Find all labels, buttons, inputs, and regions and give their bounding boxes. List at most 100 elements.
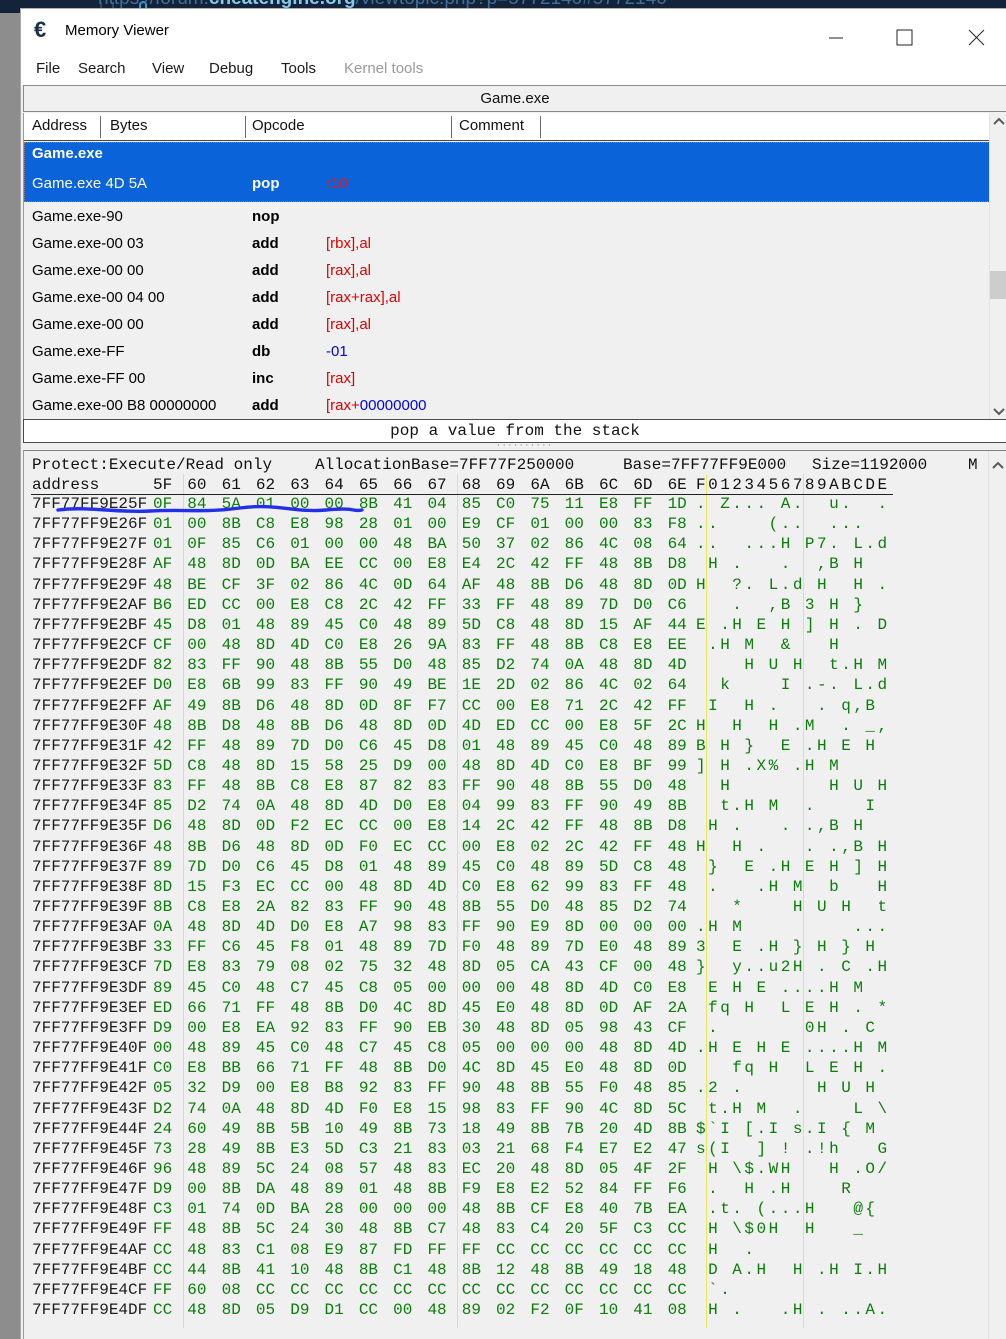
hex-row-ascii[interactable]: $`I [.I s.I { M <box>696 1119 890 1139</box>
hex-row-ascii[interactable]: .H M ... <box>696 917 890 937</box>
hex-row-ascii[interactable]: H U H t.H M <box>696 655 890 675</box>
menu-item-search[interactable]: Search <box>78 53 126 85</box>
disassembler-view[interactable]: Address Bytes Opcode Comment Game.exe Ga… <box>23 113 1006 420</box>
hex-row[interactable]: 7FF77FF9E37F89 7D D0 C6 45 D8 01 48 89 4… <box>24 857 984 877</box>
hex-row-ascii[interactable]: H H . . .,B H <box>696 837 890 857</box>
hex-row[interactable]: 7FF77FF9E43FD2 74 0A 48 8D 4D F0 E8 15 9… <box>24 1099 984 1119</box>
hex-row-ascii[interactable]: H H H .M . _, <box>696 716 890 736</box>
hex-row-bytes[interactable]: 45 D8 01 48 89 45 C0 48 89 5D C8 48 8D 1… <box>153 615 687 635</box>
hex-row-ascii[interactable]: .t. (...H @{ <box>696 1199 890 1219</box>
hex-row-bytes[interactable]: 8D 15 F3 EC CC 00 48 8D 4D C0 E8 62 99 8… <box>153 877 687 897</box>
selected-instruction-row[interactable]: Game.exe 4D 5A pop r10 <box>24 175 990 199</box>
disasm-row[interactable]: Game.exe-FFdb-01 <box>24 338 990 365</box>
hex-row[interactable]: 7FF77FF9E45F73 28 49 8B E3 5D C3 21 83 0… <box>24 1139 984 1159</box>
hex-row[interactable]: 7FF77FF9E44F24 60 49 8B 5B 10 49 8B 73 1… <box>24 1119 984 1139</box>
hex-row-bytes[interactable]: D0 E8 6B 99 83 FF 90 49 BE 1E 2D 02 86 4… <box>153 675 687 695</box>
hex-row[interactable]: 7FF77FF9E3EFED 66 71 FF 48 8B D0 4C 8D 4… <box>24 998 984 1018</box>
hex-row[interactable]: 7FF77FF9E40F00 48 89 45 C0 48 C7 45 C8 0… <box>24 1038 984 1058</box>
hex-row-bytes[interactable]: AF 49 8B D6 48 8D 0D 8F F7 CC 00 E8 71 2… <box>153 696 687 716</box>
hex-view[interactable]: Protect:Execute/Read onlyAllocationBase=… <box>23 450 1006 1339</box>
hex-row[interactable]: 7FF77FF9E3DF89 45 C0 48 C7 45 C8 05 00 0… <box>24 978 984 998</box>
disasm-row[interactable]: Game.exe-00 04 00add[rax+rax],al <box>24 284 990 311</box>
hex-row-ascii[interactable]: .. (.. ... <box>696 514 890 534</box>
hex-row[interactable]: 7FF77FF9E4AFCC 48 83 C1 08 E9 87 FD FF F… <box>24 1240 984 1260</box>
hex-row-bytes[interactable]: D9 00 E8 EA 92 83 FF 90 EB 30 48 8D 05 9… <box>153 1018 687 1038</box>
disasm-row[interactable]: Game.exe-00 00add[rax],al <box>24 257 990 284</box>
hex-row-ascii[interactable]: .H M & H <box>696 635 890 655</box>
hex-row-ascii[interactable]: t.H M . I <box>696 796 890 816</box>
hex-row[interactable]: 7FF77FF9E38F8D 15 F3 EC CC 00 48 8D 4D C… <box>24 877 984 897</box>
maximize-button[interactable] <box>895 29 913 46</box>
hex-row-ascii[interactable]: fq H L E H . <box>696 1058 890 1078</box>
hex-row-ascii[interactable]: .2 . H U H <box>696 1078 890 1098</box>
hex-row-ascii[interactable]: D A.H H .H I.H <box>696 1260 890 1280</box>
hex-row-ascii[interactable]: E H E ....H M <box>696 978 890 998</box>
hex-row-bytes[interactable]: 83 FF 48 8B C8 E8 87 82 83 FF 90 48 8B 5… <box>153 776 687 796</box>
hex-row-bytes[interactable]: 24 60 49 8B 5B 10 49 8B 73 18 49 8B 7B 2… <box>153 1119 687 1139</box>
hex-row-ascii[interactable]: B H } E .H E H <box>696 736 890 756</box>
hex-row-bytes[interactable]: 5D C8 48 8D 15 58 25 D9 00 48 8D 4D C0 E… <box>153 756 687 776</box>
hex-row-ascii[interactable]: . Z... A. u. . <box>696 494 890 514</box>
hex-row-bytes[interactable]: 48 8B D8 48 8B D6 48 8D 0D 4D ED CC 00 E… <box>153 716 687 736</box>
hex-row[interactable]: 7FF77FF9E34F85 D2 74 0A 48 8D 4D D0 E8 0… <box>24 796 984 816</box>
hex-row-bytes[interactable]: FF 48 8B 5C 24 30 48 8B C7 48 83 C4 20 5… <box>153 1219 687 1239</box>
splitter-handle[interactable]: ·········· <box>491 443 559 450</box>
hex-row[interactable]: 7FF77FF9E41FC0 E8 BB 66 71 FF 48 8B D0 4… <box>24 1058 984 1078</box>
disasm-row[interactable]: Game.exe-FF 00inc[rax] <box>24 365 990 392</box>
hex-row-bytes[interactable]: 7D E8 83 79 08 02 75 32 48 8D 05 CA 43 C… <box>153 957 687 977</box>
hex-row-bytes[interactable]: 01 0F 85 C6 01 00 00 48 BA 50 37 02 86 4… <box>153 534 687 554</box>
hex-row[interactable]: 7FF77FF9E2CFCF 00 48 8D 4D C0 E8 26 9A 8… <box>24 635 984 655</box>
hex-row[interactable]: 7FF77FF9E31F42 FF 48 89 7D D0 C6 45 D8 0… <box>24 736 984 756</box>
hex-row-ascii[interactable]: } y..u2H . C .H <box>696 957 890 977</box>
hex-row-ascii[interactable]: t.H M . L \ <box>696 1099 890 1119</box>
hex-row-ascii[interactable]: H \$.WH H .O/ <box>696 1159 890 1179</box>
hex-row[interactable]: 7FF77FF9E36F48 8B D6 48 8D 0D F0 EC CC 0… <box>24 837 984 857</box>
hex-row-bytes[interactable]: 82 83 FF 90 48 8B 55 D0 48 85 D2 74 0A 4… <box>153 655 687 675</box>
hex-row-ascii[interactable]: . ,B 3 H } <box>696 595 890 615</box>
selected-instruction[interactable]: Game.exe Game.exe 4D 5A pop r10 <box>24 142 990 202</box>
hex-row[interactable]: 7FF77FF9E3CF7D E8 83 79 08 02 75 32 48 8… <box>24 957 984 977</box>
hex-row-ascii[interactable]: ] H .X% .H M <box>696 756 890 776</box>
hex-row[interactable]: 7FF77FF9E2DF82 83 FF 90 48 8B 55 D0 48 8… <box>24 655 984 675</box>
hex-row-bytes[interactable]: CC 48 8D 05 D9 D1 CC 00 48 89 02 F2 0F 1… <box>153 1300 687 1320</box>
hex-row-bytes[interactable]: FF 60 08 CC CC CC CC CC CC CC CC CC CC C… <box>153 1280 687 1300</box>
hex-row-bytes[interactable]: D6 48 8D 0D F2 EC CC 00 E8 14 2C 42 FF 4… <box>153 816 687 836</box>
hex-row-ascii[interactable]: * H U H t <box>696 897 890 917</box>
hex-row-ascii[interactable]: s(I ] ! .!h G <box>696 1139 890 1159</box>
hex-row-ascii[interactable]: k I .-. L.d <box>696 675 890 695</box>
menu-item-debug[interactable]: Debug <box>209 53 253 85</box>
hex-row[interactable]: 7FF77FF9E27F01 0F 85 C6 01 00 00 48 BA 5… <box>24 534 984 554</box>
hex-row[interactable]: 7FF77FF9E49FFF 48 8B 5C 24 30 48 8B C7 4… <box>24 1219 984 1239</box>
hex-row-bytes[interactable]: C0 E8 BB 66 71 FF 48 8B D0 4C 8D 45 E0 4… <box>153 1058 687 1078</box>
hex-row-bytes[interactable]: B6 ED CC 00 E8 C8 2C 42 FF 33 FF 48 89 7… <box>153 595 687 615</box>
hex-row-bytes[interactable]: 48 8B D6 48 8D 0D F0 EC CC 00 E8 02 2C 4… <box>153 837 687 857</box>
hex-row-ascii[interactable]: H . .H . ..A. <box>696 1300 890 1320</box>
hex-row-bytes[interactable]: 42 FF 48 89 7D D0 C6 45 D8 01 48 89 45 C… <box>153 736 687 756</box>
hex-row-bytes[interactable]: 89 7D D0 C6 45 D8 01 48 89 45 C0 48 89 5… <box>153 857 687 877</box>
hex-row-bytes[interactable]: CC 48 83 C1 08 E9 87 FD FF FF CC CC CC C… <box>153 1240 687 1260</box>
hex-row-ascii[interactable]: } E .H E H ] H <box>696 857 890 877</box>
hex-scrollbar[interactable] <box>988 451 1006 1339</box>
hex-row[interactable]: 7FF77FF9E29F48 BE CF 3F 02 86 4C 0D 64 A… <box>24 575 984 595</box>
hex-row[interactable]: 7FF77FF9E2AFB6 ED CC 00 E8 C8 2C 42 FF 3… <box>24 595 984 615</box>
disasm-row[interactable]: Game.exe-90nop <box>24 203 990 230</box>
hex-row[interactable]: 7FF77FF9E2FFAF 49 8B D6 48 8D 0D 8F F7 C… <box>24 696 984 716</box>
hex-row-ascii[interactable]: .H E H E ....H M <box>696 1038 890 1058</box>
disasm-row[interactable]: Game.exe-00 03add[rbx],al <box>24 230 990 257</box>
hex-row-bytes[interactable]: ED 66 71 FF 48 8B D0 4C 8D 45 E0 48 8D 0… <box>153 998 687 1018</box>
hex-row[interactable]: 7FF77FF9E32F5D C8 48 8D 15 58 25 D9 00 4… <box>24 756 984 776</box>
hex-row[interactable]: 7FF77FF9E47FD9 00 8B DA 48 89 01 48 8B F… <box>24 1179 984 1199</box>
hex-row-ascii[interactable]: H \$0H H _ <box>696 1219 890 1239</box>
hex-row-ascii[interactable]: .. ...H P7. L.d <box>696 534 890 554</box>
hex-row-bytes[interactable]: D9 00 8B DA 48 89 01 48 8B F9 E8 E2 52 8… <box>153 1179 687 1199</box>
hex-row-ascii[interactable]: H ?. L.d H H . <box>696 575 890 595</box>
hex-row-bytes[interactable]: C3 01 74 0D BA 28 00 00 00 48 8B CF E8 4… <box>153 1199 687 1219</box>
module-tab-gameexe[interactable]: Game.exe <box>23 85 1006 112</box>
hex-row-ascii[interactable]: H H U H <box>696 776 890 796</box>
hex-row-ascii[interactable]: . 0H . C <box>696 1018 890 1038</box>
menu-item-tools[interactable]: Tools <box>281 53 316 85</box>
hex-row[interactable]: 7FF77FF9E48FC3 01 74 0D BA 28 00 00 00 4… <box>24 1199 984 1219</box>
titlebar[interactable]: € Memory Viewer <box>21 9 1006 53</box>
hex-row[interactable]: 7FF77FF9E30F48 8B D8 48 8B D6 48 8D 0D 4… <box>24 716 984 736</box>
scroll-up-button[interactable] <box>990 113 1006 131</box>
